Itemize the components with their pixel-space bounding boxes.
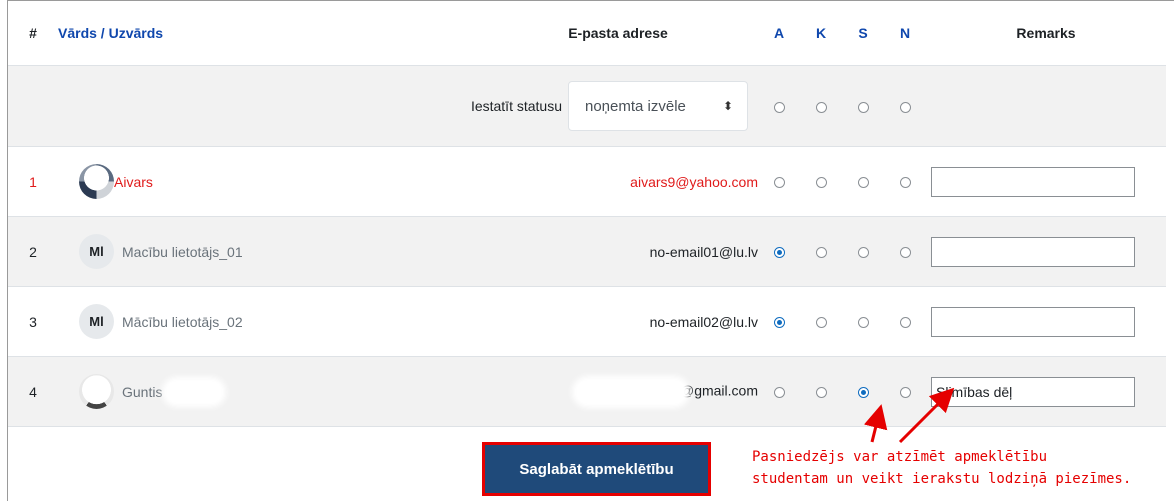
- header-status-k[interactable]: K: [800, 1, 842, 66]
- status-k-radio[interactable]: [815, 317, 827, 329]
- status-s-radio[interactable]: [857, 247, 869, 259]
- status-n-radio[interactable]: [899, 317, 911, 329]
- status-n-radio[interactable]: [899, 247, 911, 259]
- row-number: 4: [8, 356, 58, 427]
- status-s-radio[interactable]: [857, 387, 869, 399]
- annotation-note: Pasniedzējs var atzīmēt apmeklētību stud…: [752, 449, 1132, 487]
- set-all-s-radio[interactable]: [857, 101, 869, 113]
- remarks-input[interactable]: [931, 306, 1135, 337]
- student-name[interactable]: Aivars: [114, 174, 153, 190]
- student-name[interactable]: Macību lietotājs_01: [122, 244, 243, 260]
- table-row: 1 Aivars aivars9@yahoo.com: [8, 146, 1166, 217]
- table-row: 3 Ml Mācību lietotājs_02 no-email02@lu.l…: [8, 286, 1166, 357]
- status-a-radio[interactable]: [773, 177, 785, 189]
- remarks-input[interactable]: [931, 236, 1135, 267]
- status-k-radio[interactable]: [815, 247, 827, 259]
- set-status-select[interactable]: noņemta izvēle ⬍: [568, 81, 748, 131]
- student-email: no-email02@lu.lv: [478, 286, 758, 357]
- student-name[interactable]: Guntis: [122, 384, 162, 400]
- status-a-radio[interactable]: [773, 387, 785, 399]
- header-row: # Vārds / Uzvārds E-pasta adrese A K S N…: [8, 1, 1166, 66]
- status-a-radio[interactable]: [773, 317, 785, 329]
- status-k-radio[interactable]: [815, 387, 827, 399]
- avatar[interactable]: Ml: [79, 234, 114, 269]
- status-k-radio[interactable]: [815, 177, 827, 189]
- row-number: 2: [8, 216, 58, 287]
- student-name[interactable]: Mācību lietotājs_02: [122, 314, 243, 330]
- status-s-radio[interactable]: [857, 317, 869, 329]
- redacted-surname: [166, 380, 223, 403]
- set-status-row: Iestatīt statusu noņemta izvēle ⬍: [8, 65, 1166, 147]
- set-all-k-radio[interactable]: [815, 101, 827, 113]
- header-num: #: [8, 1, 58, 66]
- header-status-s[interactable]: S: [842, 1, 884, 66]
- header-name[interactable]: Vārds / Uzvārds: [58, 1, 478, 66]
- select-arrows-icon: ⬍: [722, 99, 733, 113]
- avatar[interactable]: [79, 374, 114, 409]
- status-a-radio[interactable]: [773, 247, 785, 259]
- avatar[interactable]: [79, 164, 114, 199]
- header-status-a[interactable]: A: [758, 1, 800, 66]
- header-remarks: Remarks: [926, 1, 1166, 66]
- set-status-label: Iestatīt statusu: [470, 98, 562, 114]
- status-n-radio[interactable]: [899, 177, 911, 189]
- remarks-input[interactable]: [931, 376, 1135, 407]
- student-email: no-email01@lu.lv: [478, 216, 758, 287]
- status-s-radio[interactable]: [857, 177, 869, 189]
- student-email: @gmail.com: [679, 382, 758, 399]
- attendance-table: # Vārds / Uzvārds E-pasta adrese A K S N…: [8, 1, 1166, 427]
- status-n-radio[interactable]: [899, 387, 911, 399]
- header-email: E-pasta adrese: [478, 1, 758, 66]
- student-email: aivars9@yahoo.com: [478, 146, 758, 217]
- save-button-highlight: Saglabāt apmeklētību: [482, 442, 711, 496]
- table-row: 2 Ml Macību lietotājs_01 no-email01@lu.l…: [8, 216, 1166, 287]
- redacted-email-user: [575, 379, 686, 404]
- row-number: 1: [8, 146, 58, 217]
- set-all-n-radio[interactable]: [899, 101, 911, 113]
- remarks-input[interactable]: [931, 166, 1135, 197]
- avatar[interactable]: Ml: [79, 304, 114, 339]
- header-status-n[interactable]: N: [884, 1, 926, 66]
- save-attendance-button[interactable]: Saglabāt apmeklētību: [485, 445, 708, 493]
- table-row: 4 Guntis @gmail.com: [8, 356, 1166, 427]
- row-number: 3: [8, 286, 58, 357]
- set-status-select-value: noņemta izvēle: [585, 97, 686, 115]
- set-all-a-radio[interactable]: [773, 101, 785, 113]
